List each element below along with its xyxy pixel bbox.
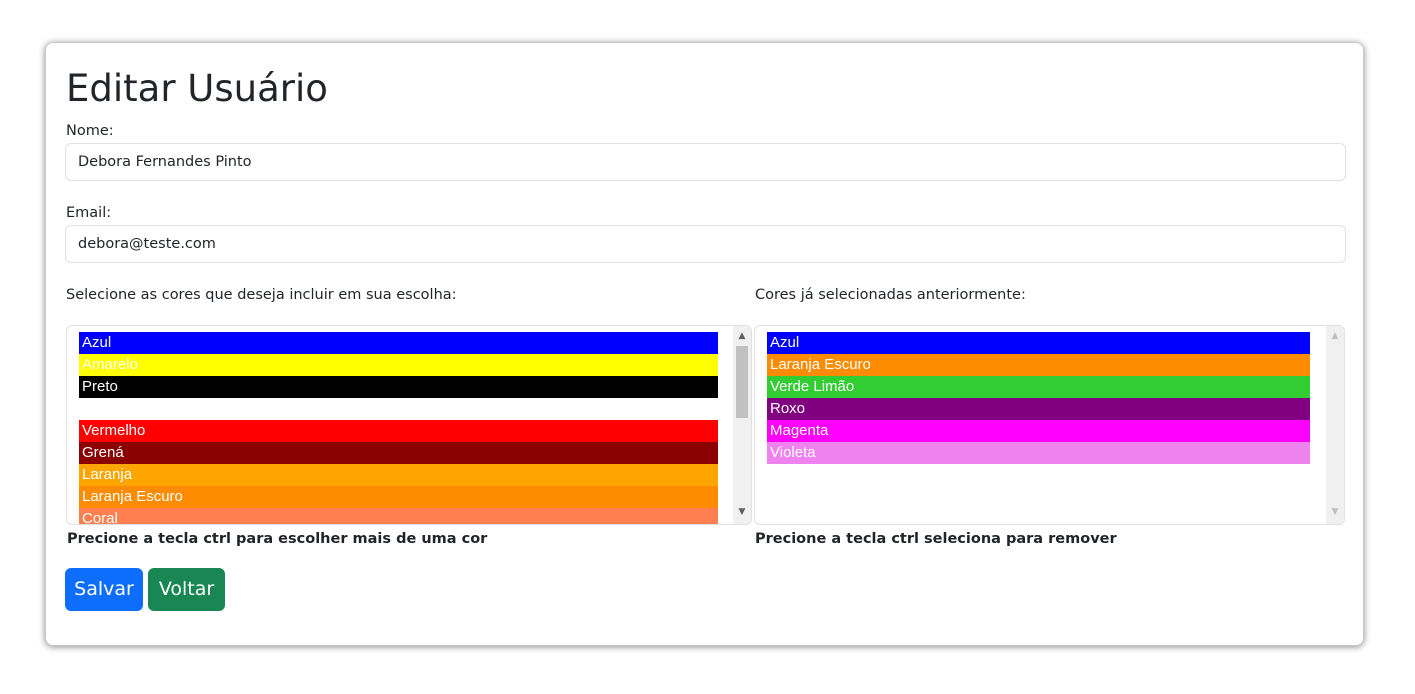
color-option[interactable]: Coral bbox=[79, 508, 718, 524]
scroll-up-arrow-icon[interactable]: ▲ bbox=[733, 328, 751, 345]
color-option[interactable]: Laranja Escuro bbox=[79, 486, 718, 508]
selected-colors-hint: Precione a tecla ctrl seleciona para rem… bbox=[755, 531, 1117, 547]
edit-user-card: Editar Usuário Nome: Email: Selecione as… bbox=[45, 42, 1364, 646]
scroll-up-arrow-icon[interactable]: ▲ bbox=[1326, 328, 1344, 345]
color-option[interactable]: Violeta bbox=[767, 442, 1310, 464]
scroll-down-arrow-icon[interactable]: ▼ bbox=[733, 504, 751, 521]
nome-input[interactable] bbox=[65, 143, 1346, 181]
color-option[interactable]: Roxo bbox=[767, 398, 1310, 420]
page-title: Editar Usuário bbox=[66, 67, 328, 110]
color-option[interactable]: Vermelho bbox=[79, 420, 718, 442]
available-colors-select[interactable]: Azul Amarelo Preto Vermelho Grená Laranja Lara… bbox=[66, 325, 752, 525]
color-option[interactable]: Magenta bbox=[767, 420, 1310, 442]
color-option[interactable]: Azul bbox=[79, 332, 718, 354]
available-colors-scrollbar[interactable]: ▲ ▼ bbox=[733, 326, 751, 524]
available-colors-hint: Precione a tecla ctrl para escolher mais… bbox=[67, 531, 488, 547]
selected-colors-options: Azul Laranja Escuro Verde Limão Roxo Magenta… bbox=[767, 332, 1310, 464]
available-colors-label: Selecione as cores que deseja incluir em… bbox=[66, 287, 457, 303]
color-option[interactable]: Laranja Escuro bbox=[767, 354, 1310, 376]
color-option[interactable]: Preto bbox=[79, 376, 718, 398]
scrollbar-thumb[interactable] bbox=[736, 346, 748, 418]
available-colors-options: Azul Amarelo Preto Vermelho Grená Laranja Lara… bbox=[79, 332, 718, 524]
selected-colors-label: Cores já selecionadas anteriormente: bbox=[755, 287, 1026, 303]
nome-label: Nome: bbox=[66, 123, 114, 139]
email-input[interactable] bbox=[65, 225, 1346, 263]
save-button[interactable]: Salvar bbox=[65, 568, 143, 611]
color-option[interactable] bbox=[79, 398, 718, 420]
color-option[interactable]: Amarelo bbox=[79, 354, 718, 376]
color-option[interactable]: Laranja bbox=[79, 464, 718, 486]
color-option[interactable]: Grená bbox=[79, 442, 718, 464]
scroll-down-arrow-icon[interactable]: ▼ bbox=[1326, 504, 1344, 521]
back-button[interactable]: Voltar bbox=[148, 568, 225, 611]
selected-colors-scrollbar[interactable]: ▲ ▼ bbox=[1326, 326, 1344, 524]
selected-colors-select[interactable]: Azul Laranja Escuro Verde Limão Roxo Magenta… bbox=[754, 325, 1345, 525]
email-label: Email: bbox=[66, 205, 112, 221]
color-option[interactable]: Verde Limão bbox=[767, 376, 1310, 398]
color-option[interactable]: Azul bbox=[767, 332, 1310, 354]
